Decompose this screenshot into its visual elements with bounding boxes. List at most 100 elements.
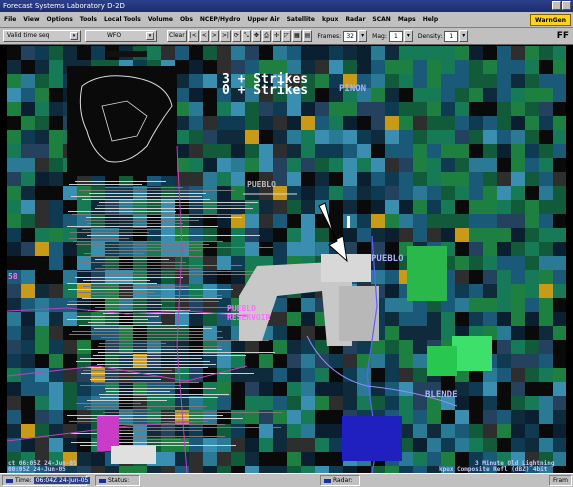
loop-icon[interactable]: ⟳ xyxy=(231,30,241,42)
radar-pixel xyxy=(301,410,315,424)
radar-pixel xyxy=(427,46,441,60)
menu-options[interactable]: Options xyxy=(47,16,73,23)
scan-streak xyxy=(99,394,229,395)
radar-map-canvas[interactable] xyxy=(7,46,566,473)
status-indicator-icon xyxy=(99,478,106,483)
radar-pixel xyxy=(497,172,511,186)
map-display[interactable]: 3 + Strikes 0 + Strikes PINON PUEBLO PUE… xyxy=(7,46,566,473)
zoom-icon[interactable]: ⤡ xyxy=(241,30,251,42)
radar-pixel xyxy=(539,284,553,298)
radar-pixel xyxy=(483,270,497,284)
radar-pixel xyxy=(287,186,301,200)
radar-pixel xyxy=(21,88,35,102)
time-indicator-icon xyxy=(6,478,13,483)
menu-upper-air[interactable]: Upper Air xyxy=(247,16,279,23)
menu-view[interactable]: View xyxy=(23,16,39,23)
density-input[interactable]: 1 xyxy=(444,30,459,42)
prev-frame-button[interactable]: < xyxy=(199,30,209,42)
menu-scan[interactable]: SCAN xyxy=(372,16,390,23)
radar-pixel xyxy=(245,382,259,396)
radar-cell-blue xyxy=(342,416,402,461)
menu-maps[interactable]: Maps xyxy=(398,16,416,23)
radar-pixel xyxy=(371,214,385,228)
radar-pixel xyxy=(441,74,455,88)
radar-pixel xyxy=(553,284,566,298)
radar-pixel xyxy=(217,256,231,270)
radar-pixel xyxy=(371,200,385,214)
radar-pixel xyxy=(455,410,469,424)
radar-pixel xyxy=(497,228,511,242)
radar-pixel xyxy=(203,144,217,158)
radar-pixel xyxy=(357,60,371,74)
radar-pixel xyxy=(483,200,497,214)
radar-pixel xyxy=(7,88,21,102)
radar-pixel xyxy=(427,144,441,158)
radar-pixel xyxy=(21,158,35,172)
scan-streak xyxy=(71,442,189,443)
radar-pixel xyxy=(469,46,483,60)
minimize-button[interactable] xyxy=(552,1,561,10)
frames-label: Frames: xyxy=(317,32,342,40)
radar-pixel xyxy=(119,466,133,473)
frames-dropdown-icon[interactable]: ▾ xyxy=(358,30,368,42)
time-mode-select[interactable]: Valid time seq ▾ xyxy=(3,30,81,42)
radar-pixel xyxy=(511,340,525,354)
layout-icon[interactable]: ▤ xyxy=(302,30,313,42)
radar-field[interactable]: Radar: xyxy=(320,475,360,486)
menu-tools[interactable]: Tools xyxy=(80,16,97,23)
radar-pixel xyxy=(231,354,245,368)
radar-pixel xyxy=(413,200,427,214)
menu-file[interactable]: File xyxy=(4,16,16,23)
radar-pixel xyxy=(63,354,77,368)
grid-icon[interactable]: ▦ xyxy=(291,30,302,42)
menu-local-tools[interactable]: Local Tools xyxy=(104,16,141,23)
radar-pixel xyxy=(497,200,511,214)
radar-pixel xyxy=(553,256,566,270)
warngen-button[interactable]: WarnGen xyxy=(530,14,571,26)
radar-pixel xyxy=(343,60,357,74)
frames-input[interactable]: 32 xyxy=(343,30,358,42)
radar-pixel xyxy=(455,312,469,326)
mag-label: Mag: xyxy=(372,32,387,40)
radar-pixel xyxy=(175,312,189,326)
radar-pixel xyxy=(539,144,553,158)
density-dropdown-icon[interactable]: ▾ xyxy=(459,30,469,42)
radar-pixel xyxy=(7,172,21,186)
menu-kpux[interactable]: kpux xyxy=(322,16,338,23)
first-frame-button[interactable]: |< xyxy=(187,30,199,42)
next-frame-button[interactable]: > xyxy=(209,30,219,42)
maximize-button[interactable] xyxy=(562,1,571,10)
mag-dropdown-icon[interactable]: ▾ xyxy=(403,30,413,42)
radar-pixel xyxy=(385,284,399,298)
radar-pixel xyxy=(77,186,91,200)
menu-radar[interactable]: Radar xyxy=(345,16,365,23)
menu-obs[interactable]: Obs xyxy=(180,16,193,23)
site-select[interactable]: WFO ▾ xyxy=(85,30,157,42)
radar-pixel xyxy=(483,298,497,312)
print-icon[interactable]: ⎙ xyxy=(261,30,271,42)
cursor-icon[interactable]: ◸ xyxy=(281,30,291,42)
mag-input[interactable]: 1 xyxy=(388,30,403,42)
radar-pixel xyxy=(553,354,566,368)
radar-pixel xyxy=(245,214,259,228)
last-frame-button[interactable]: >| xyxy=(219,30,231,42)
menu-ncep-hydro[interactable]: NCEP/Hydro xyxy=(200,16,240,23)
pan-icon[interactable]: ✥ xyxy=(251,30,261,42)
radar-pixel xyxy=(399,396,413,410)
clear-button[interactable]: Clear xyxy=(167,30,187,42)
radar-pixel xyxy=(287,228,301,242)
radar-pixel xyxy=(455,102,469,116)
sample-icon[interactable]: ✢ xyxy=(271,30,281,42)
menu-volume[interactable]: Volume xyxy=(148,16,173,23)
scan-streak xyxy=(80,385,181,386)
radar-pixel xyxy=(427,452,441,466)
menu-help[interactable]: Help xyxy=(423,16,438,23)
status-field[interactable]: Status: xyxy=(95,475,140,486)
radar-pixel xyxy=(385,158,399,172)
radar-pixel xyxy=(329,200,343,214)
radar-pixel xyxy=(175,452,189,466)
time-status: Time: 06:04Z 24-Jun-05 xyxy=(2,475,91,486)
radar-pixel xyxy=(35,382,49,396)
menu-satellite[interactable]: Satellite xyxy=(287,16,315,23)
radar-pixel xyxy=(483,74,497,88)
